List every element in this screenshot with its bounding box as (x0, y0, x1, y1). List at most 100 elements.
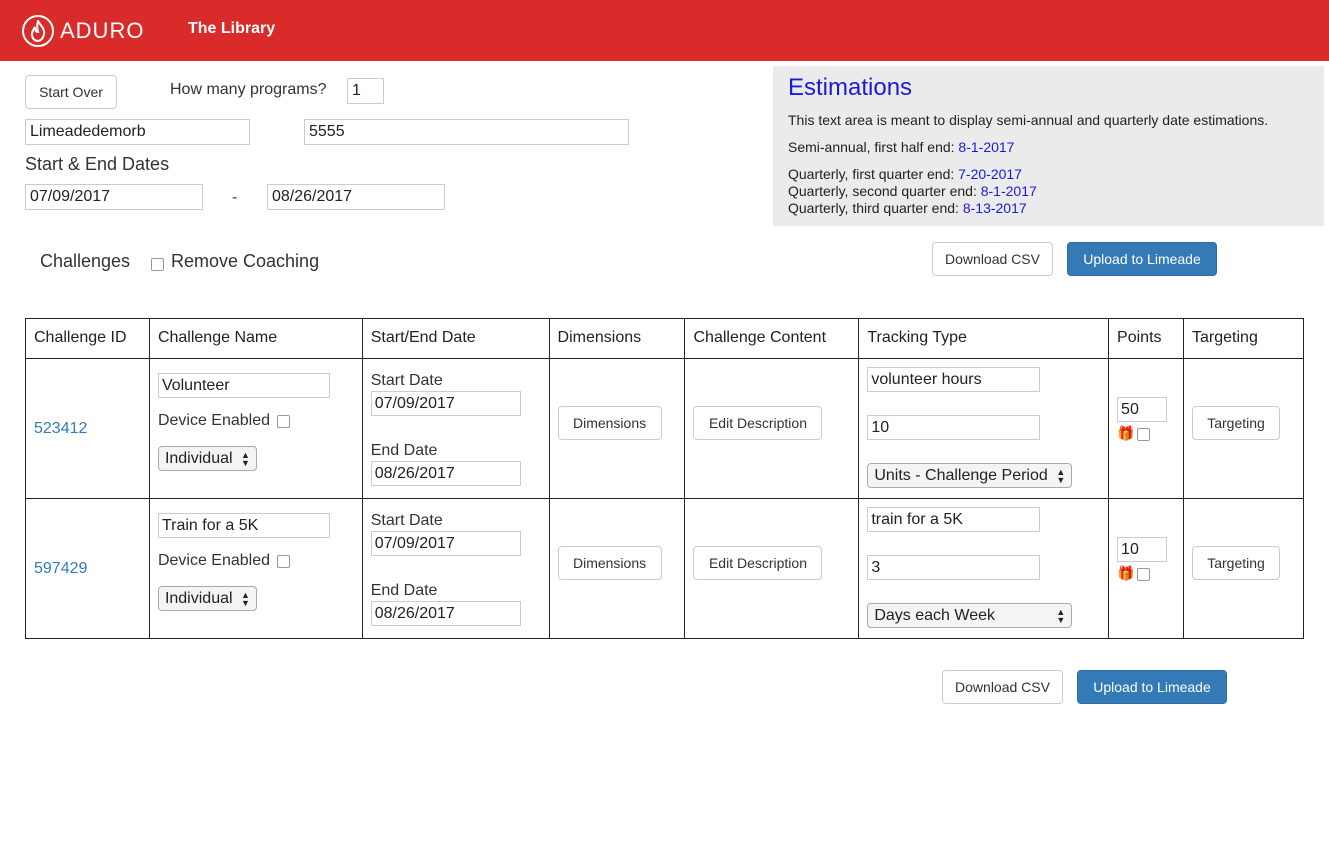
dates-label: Start & End Dates (25, 154, 170, 174)
tracking-name-input[interactable]: volunteer hours (867, 367, 1041, 392)
challenge-id-cell: 523412 (25, 358, 150, 499)
org-id-input[interactable]: 5555 (304, 119, 629, 145)
tracking-unit-value: Days each Week (874, 607, 995, 624)
points-cell: 10 🎁 (1108, 498, 1185, 639)
header-dimensions: Dimensions (548, 318, 686, 359)
dimensions-button[interactable]: Dimensions (557, 546, 662, 580)
table-row: 523412 Volunteer Device Enabled Individu… (25, 358, 1304, 499)
q1-label: Quarterly, first quarter end: (788, 166, 959, 182)
dimensions-cell: Dimensions (548, 358, 686, 499)
reward-checkbox[interactable] (1137, 428, 1151, 441)
dimensions-cell: Dimensions (548, 498, 686, 639)
table-header-row: Challenge ID Challenge Name Start/End Da… (25, 318, 1304, 359)
challenge-id-link[interactable]: 523412 (34, 420, 87, 438)
challenge-name-cell: Train for a 5K Device Enabled Individual… (148, 498, 363, 639)
flame-icon (22, 15, 54, 47)
programs-count-input[interactable]: 1 (347, 78, 384, 104)
tracking-unit-select[interactable]: Days each Week ▲ ▼ (867, 603, 1073, 628)
estimations-panel: Estimations This text area is meant to d… (773, 66, 1324, 226)
points-input[interactable]: 50 (1117, 397, 1168, 422)
start-over-button[interactable]: Start Over (25, 75, 117, 109)
app-title[interactable]: The Library (188, 20, 275, 38)
dimensions-button[interactable]: Dimensions (557, 406, 662, 440)
header-tracking-type: Tracking Type (858, 318, 1110, 359)
device-enabled-label: Device Enabled (157, 552, 271, 569)
challenge-start-date-input[interactable]: 07/09/2017 (370, 531, 521, 556)
semi-annual-date: 8-1-2017 (958, 139, 1015, 155)
participation-type-select[interactable]: Individual ▲ ▼ (157, 586, 257, 611)
challenge-end-date-input[interactable]: 08/26/2017 (370, 601, 521, 626)
download-csv-button-bottom[interactable]: Download CSV (942, 670, 1063, 704)
select-arrows-icon: ▲ ▼ (1056, 466, 1066, 485)
q2-date: 8-1-2017 (980, 183, 1037, 199)
q2-label: Quarterly, second quarter end: (788, 183, 981, 199)
start-date-label: Start Date (370, 512, 443, 529)
targeting-cell: Targeting (1183, 498, 1304, 639)
targeting-cell: Targeting (1183, 358, 1304, 499)
program-start-date-input[interactable]: 07/09/2017 (25, 184, 203, 210)
challenge-end-date-input[interactable]: 08/26/2017 (370, 461, 521, 486)
logo-text: ADURO (60, 18, 145, 43)
content-cell: Edit Description (684, 358, 860, 499)
semi-annual-label: Semi-annual, first half end: (788, 139, 959, 155)
header-challenge-name: Challenge Name (148, 318, 363, 359)
program-end-date-input[interactable]: 08/26/2017 (267, 184, 445, 210)
tracking-value-input[interactable]: 10 (867, 415, 1041, 440)
aduro-logo[interactable]: ADURO (22, 15, 144, 47)
date-separator: - (232, 189, 238, 206)
challenge-name-input[interactable]: Train for a 5K (157, 513, 330, 538)
end-date-label: End Date (370, 582, 438, 599)
targeting-button[interactable]: Targeting (1192, 406, 1281, 440)
start-date-label: Start Date (370, 372, 443, 389)
header-start-end-date: Start/End Date (361, 318, 550, 359)
upload-limeade-button-top[interactable]: Upload to Limeade (1067, 242, 1217, 276)
q3-line: Quarterly, third quarter end: 8-13-2017 (788, 200, 1027, 216)
q2-line: Quarterly, second quarter end: 8-1-2017 (788, 183, 1037, 199)
reward-checkbox[interactable] (1137, 568, 1151, 581)
gift-icon: 🎁 (1117, 425, 1135, 441)
tracking-value-input[interactable]: 3 (867, 555, 1041, 580)
challenge-name-input[interactable]: Volunteer (157, 373, 330, 398)
edit-description-button[interactable]: Edit Description (693, 546, 823, 580)
remove-coaching-label: Remove Coaching (171, 251, 320, 271)
dates-cell: Start Date 07/09/2017 End Date 08/26/201… (361, 498, 550, 639)
estimations-intro: This text area is meant to display semi-… (788, 112, 1269, 128)
org-name-input[interactable]: Limeadedemorb (25, 119, 250, 145)
table-row: 597429 Train for a 5K Device Enabled Ind… (25, 498, 1304, 639)
q1-line: Quarterly, first quarter end: 7-20-2017 (788, 166, 1022, 182)
points-cell: 50 🎁 (1108, 358, 1185, 499)
upload-limeade-button-bottom[interactable]: Upload to Limeade (1077, 670, 1227, 704)
header-points: Points (1108, 318, 1185, 359)
edit-description-button[interactable]: Edit Description (693, 406, 823, 440)
tracking-cell: train for a 5K 3 Days each Week ▲ ▼ (858, 498, 1110, 639)
q1-date: 7-20-2017 (958, 166, 1022, 182)
challenges-table: Challenge ID Challenge Name Start/End Da… (25, 318, 1304, 639)
content-cell: Edit Description (684, 498, 860, 639)
tracking-cell: volunteer hours 10 Units - Challenge Per… (858, 358, 1110, 499)
select-arrows-icon: ▲ ▼ (241, 449, 250, 468)
remove-coaching-checkbox[interactable] (151, 258, 164, 271)
participation-type-value: Individual (164, 590, 233, 607)
tracking-name-input[interactable]: train for a 5K (867, 507, 1041, 532)
targeting-button[interactable]: Targeting (1192, 546, 1281, 580)
gift-icon: 🎁 (1117, 565, 1135, 581)
participation-type-select[interactable]: Individual ▲ ▼ (157, 446, 257, 471)
tracking-unit-select[interactable]: Units - Challenge Period ▲ ▼ (867, 463, 1073, 488)
points-input[interactable]: 10 (1117, 537, 1168, 562)
challenge-id-link[interactable]: 597429 (34, 560, 87, 578)
device-enabled-checkbox[interactable] (276, 415, 290, 428)
challenge-start-date-input[interactable]: 07/09/2017 (370, 391, 521, 416)
header-challenge-id: Challenge ID (25, 318, 150, 359)
dates-cell: Start Date 07/09/2017 End Date 08/26/201… (361, 358, 550, 499)
challenge-name-cell: Volunteer Device Enabled Individual ▲ ▼ (148, 358, 363, 499)
semi-annual-line: Semi-annual, first half end: 8-1-2017 (788, 139, 1014, 155)
select-arrows-icon: ▲ ▼ (1056, 606, 1066, 625)
challenge-id-cell: 597429 (25, 498, 150, 639)
header-targeting: Targeting (1183, 318, 1304, 359)
device-enabled-checkbox[interactable] (276, 555, 290, 568)
participation-type-value: Individual (164, 450, 233, 467)
estimations-title: Estimations (788, 74, 913, 101)
header-challenge-content: Challenge Content (684, 318, 860, 359)
download-csv-button-top[interactable]: Download CSV (932, 242, 1053, 276)
device-enabled-label: Device Enabled (157, 412, 271, 429)
